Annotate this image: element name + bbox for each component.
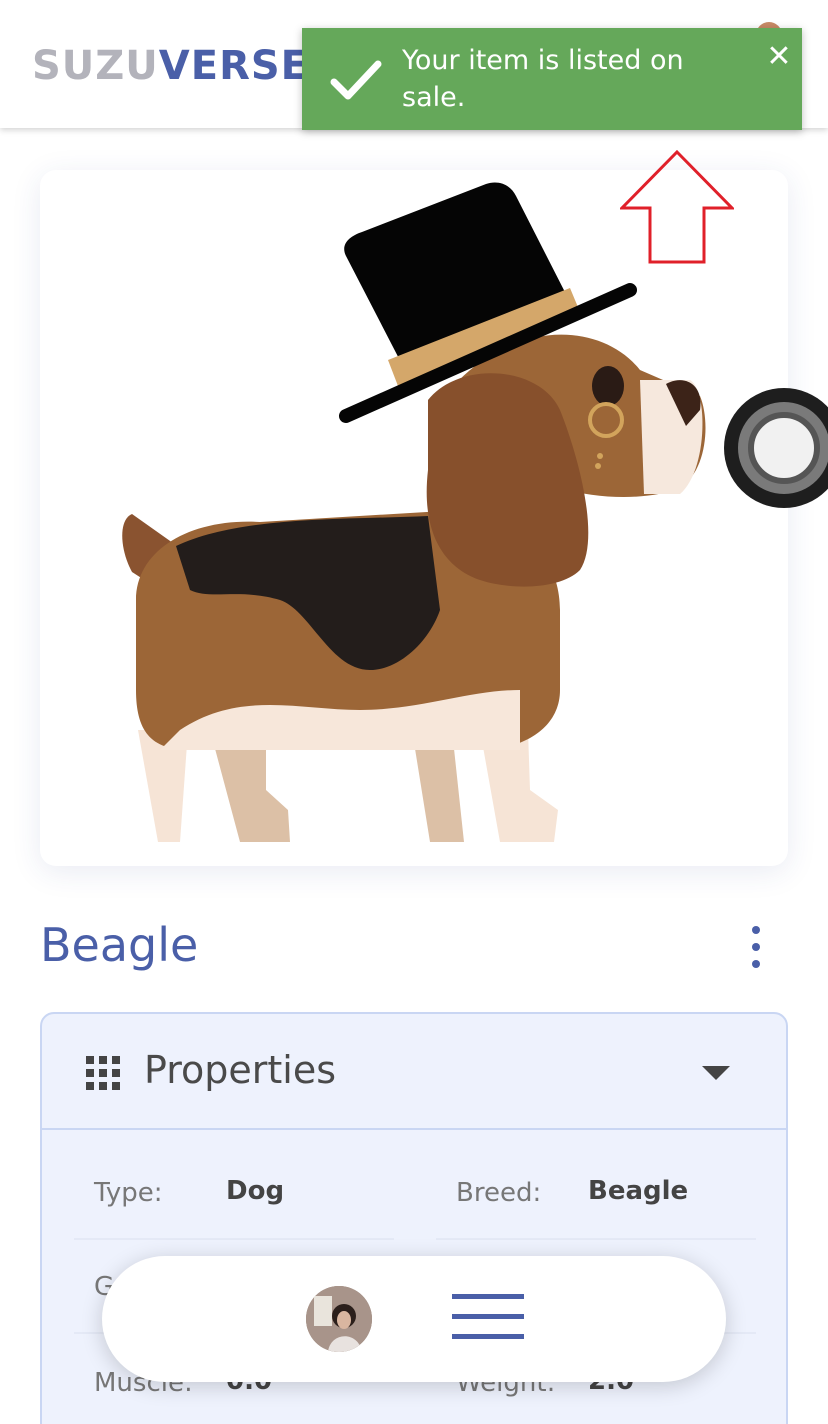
more-options-icon[interactable] xyxy=(744,924,768,970)
avatar-photo xyxy=(306,1286,372,1352)
property-label-type: Type: xyxy=(94,1178,163,1208)
toast-message: Your item is listed on sale. xyxy=(402,45,684,113)
properties-heading: Properties xyxy=(144,1048,337,1092)
property-value-breed: Beagle xyxy=(588,1176,689,1206)
up-arrow-icon xyxy=(620,150,734,264)
properties-header[interactable]: Properties xyxy=(42,1014,786,1130)
beagle-illustration xyxy=(122,182,706,842)
logo-part-suzu: SUZU xyxy=(32,43,159,89)
checkmark-icon xyxy=(330,60,382,100)
item-title: Beagle xyxy=(40,918,199,972)
floating-button-center xyxy=(748,412,820,484)
suzuverse-logo[interactable]: SUZU VERSE xyxy=(32,43,309,89)
close-icon[interactable]: ✕ xyxy=(766,42,792,72)
logo-part-verse: VERSE xyxy=(158,43,309,89)
item-image-card[interactable] xyxy=(40,170,788,866)
property-label-breed: Breed: xyxy=(456,1178,542,1208)
user-avatar[interactable] xyxy=(306,1286,372,1352)
bottom-nav-pill xyxy=(102,1256,726,1382)
success-toast: Your item is listed on sale. ✕ xyxy=(302,28,802,130)
chevron-down-icon[interactable] xyxy=(702,1066,730,1080)
grid-icon xyxy=(86,1056,120,1090)
property-value-type: Dog xyxy=(226,1176,285,1206)
hamburger-icon[interactable] xyxy=(452,1292,524,1342)
property-divider xyxy=(74,1238,394,1240)
property-divider xyxy=(436,1238,756,1240)
